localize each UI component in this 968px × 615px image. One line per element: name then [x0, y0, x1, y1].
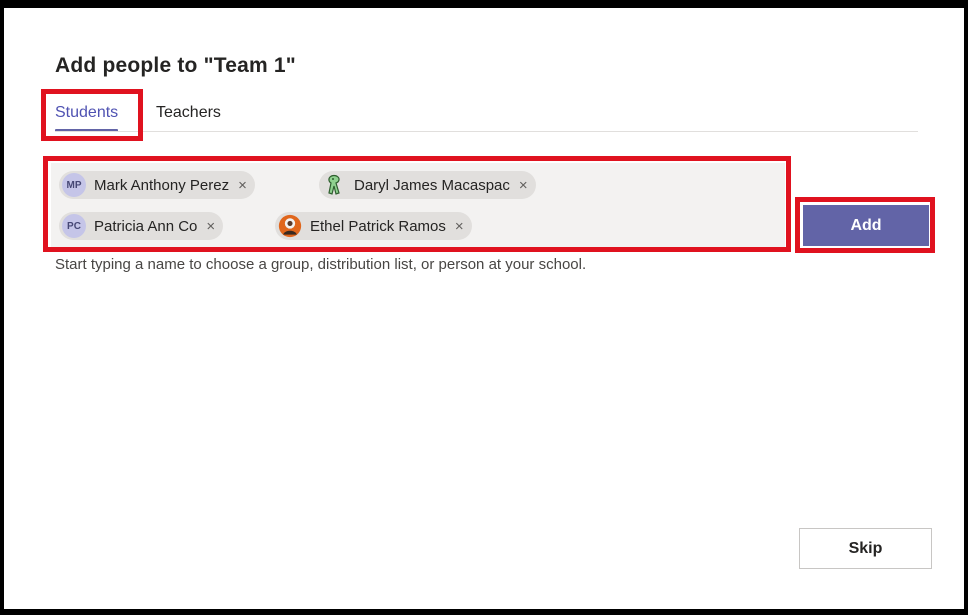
highlight-box-add	[795, 197, 935, 253]
dialog-title: Add people to "Team 1"	[55, 54, 296, 77]
picker-hint-text: Start typing a name to choose a group, d…	[55, 256, 587, 273]
window-frame	[0, 0, 968, 615]
tab-teachers[interactable]: Teachers	[156, 104, 221, 122]
highlight-box-tabs	[41, 89, 143, 141]
skip-button[interactable]: Skip	[799, 528, 932, 569]
tabs-divider	[55, 131, 918, 132]
tab-teachers-label: Teachers	[156, 104, 221, 121]
highlight-box-picker	[43, 156, 791, 252]
